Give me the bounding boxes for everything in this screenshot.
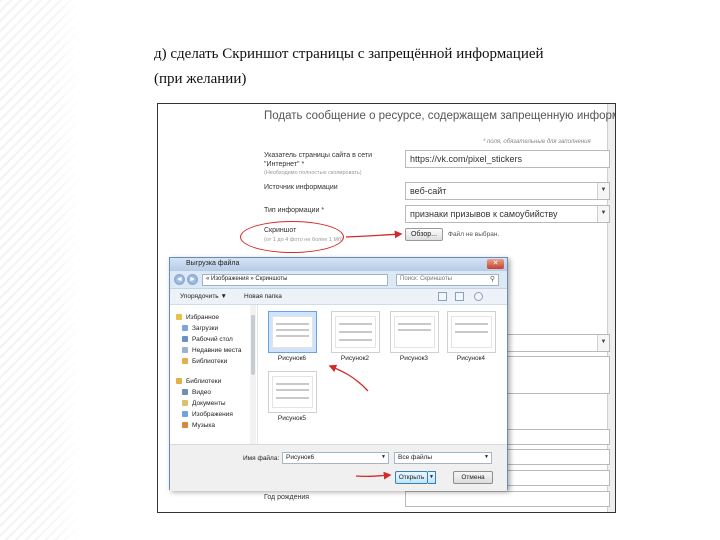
type-label: Тип информации * xyxy=(264,207,325,214)
file-thumbnail[interactable] xyxy=(268,371,317,413)
file-thumbnail[interactable] xyxy=(268,311,317,353)
nav-scrollbar[interactable] xyxy=(250,305,256,444)
documents-icon xyxy=(182,400,188,407)
preview-pane-icon[interactable] xyxy=(455,292,464,301)
file-label[interactable]: Рисунок4 xyxy=(441,355,501,362)
nav-scroll-thumb[interactable] xyxy=(251,315,255,375)
nav-item-library-folder[interactable]: Библиотеки xyxy=(182,357,227,366)
navigation-pane: Избранное Загрузки Рабочий стол Недавние… xyxy=(170,305,258,444)
file-thumbnail[interactable] xyxy=(331,311,380,353)
heading-line-1: д) сделать Скриншот страницы с запрещённ… xyxy=(154,46,544,62)
filename-input[interactable]: Рисунок6 ▼ xyxy=(282,452,389,464)
url-hint: (Необходимо полностью скопировать) xyxy=(264,170,362,176)
chevron-down-icon[interactable]: ▼ xyxy=(597,183,609,199)
back-arrow-icon[interactable]: ◄ xyxy=(174,274,185,285)
slide-heading: д) сделать Скриншот страницы с запрещённ… xyxy=(154,42,674,92)
arrow-to-browse xyxy=(345,230,403,239)
nav-item-documents[interactable]: Документы xyxy=(182,399,226,408)
highlight-ellipse xyxy=(240,221,344,253)
chevron-down-icon[interactable]: ▼ xyxy=(597,335,609,351)
dialog-titlebar: Выгрузка файла ✕ xyxy=(170,258,507,271)
source-label: Источник информации xyxy=(264,184,338,191)
cancel-button[interactable]: Отмена xyxy=(453,471,493,484)
file-thumbnail[interactable] xyxy=(447,311,496,353)
dialog-title: Выгрузка файла xyxy=(186,260,240,267)
address-row: ◄ ► « Изображения » Скриншоты Поиск: Скр… xyxy=(170,271,507,289)
footer-label: Год рождения xyxy=(264,494,310,501)
url-value: https://vk.com/pixel_stickers xyxy=(410,154,523,164)
desktop-icon xyxy=(182,336,188,343)
new-folder-button[interactable]: Новая папка xyxy=(244,293,282,300)
filename-value: Рисунок6 xyxy=(286,454,315,461)
file-thumbnail[interactable] xyxy=(390,311,439,353)
browse-button[interactable]: Обзор... xyxy=(405,228,443,241)
chevron-down-icon[interactable]: ▼ xyxy=(381,454,386,460)
decorative-hatch-fade xyxy=(0,0,80,540)
nav-item-desktop[interactable]: Рабочий стол xyxy=(182,335,233,344)
view-icon[interactable] xyxy=(438,292,447,301)
form-field-4[interactable] xyxy=(405,491,610,507)
nav-item-images[interactable]: Изображения xyxy=(182,410,233,419)
source-select[interactable]: веб-сайт ▼ xyxy=(405,182,610,200)
nav-item-downloads[interactable]: Загрузки xyxy=(182,324,218,333)
file-label[interactable]: Рисунок3 xyxy=(384,355,444,362)
file-list: Рисунок6 Рисунок2 Рисунок3 Рисунок4 Рису… xyxy=(260,305,509,444)
url-label: Указатель страницы сайта в сети "Интерне… xyxy=(264,152,373,168)
search-input[interactable]: Поиск: Скриншоты ⚲ xyxy=(396,274,499,286)
close-icon[interactable]: ✕ xyxy=(487,259,504,269)
forward-arrow-icon[interactable]: ► xyxy=(187,274,198,285)
open-button[interactable]: Открыть xyxy=(395,471,428,484)
type-value: признаки призывов к самоубийству xyxy=(410,209,558,219)
music-icon xyxy=(182,422,188,429)
search-placeholder: Поиск: Скриншоты xyxy=(400,276,452,282)
star-icon xyxy=(176,314,182,321)
file-upload-dialog: Выгрузка файла ✕ ◄ ► « Изображения » Скр… xyxy=(169,257,509,491)
filetype-select[interactable]: Все файлы ▼ xyxy=(394,452,492,464)
search-icon: ⚲ xyxy=(489,276,495,283)
nav-item-video[interactable]: Видео xyxy=(182,388,211,397)
help-icon[interactable] xyxy=(474,292,483,301)
no-file-text: Файл не выбран. xyxy=(448,231,500,238)
file-label[interactable]: Рисунок5 xyxy=(262,415,322,422)
download-icon xyxy=(182,325,188,332)
file-label[interactable]: Рисунок6 xyxy=(262,355,322,362)
filename-label: Имя файла: xyxy=(243,455,280,462)
images-icon xyxy=(182,411,188,418)
heading-line-2: (при желании) xyxy=(154,71,247,87)
recent-places-icon xyxy=(182,347,188,354)
chevron-down-icon[interactable]: ▼ xyxy=(597,206,609,222)
video-icon xyxy=(182,389,188,396)
nav-item-libraries[interactable]: Библиотеки xyxy=(176,377,221,386)
form-title: Подать сообщение о ресурсе, содержащем з… xyxy=(264,110,616,122)
open-dropdown-icon[interactable]: ▼ xyxy=(428,471,436,484)
organize-menu[interactable]: Упорядочить ▼ xyxy=(180,293,227,300)
nav-item-favorites[interactable]: Избранное xyxy=(176,313,219,322)
type-select[interactable]: признаки призывов к самоубийству ▼ xyxy=(405,205,610,223)
address-bar[interactable]: « Изображения » Скриншоты xyxy=(202,274,388,286)
chevron-down-icon[interactable]: ▼ xyxy=(484,454,489,460)
dialog-toolbar: Упорядочить ▼ Новая папка xyxy=(170,289,507,305)
nav-item-music[interactable]: Музыка xyxy=(182,421,215,430)
filetype-value: Все файлы xyxy=(398,454,433,461)
url-field[interactable]: https://vk.com/pixel_stickers xyxy=(405,150,610,168)
nav-item-recent[interactable]: Недавние места xyxy=(182,346,242,355)
library-icon xyxy=(176,378,182,385)
required-note: * поля, обязательные для заполнения xyxy=(483,139,591,145)
dialog-bottom-bar: Имя файла: Рисунок6 ▼ Все файлы ▼ Открыть … xyxy=(170,444,507,491)
library-icon xyxy=(182,358,188,365)
file-label[interactable]: Рисунок2 xyxy=(325,355,385,362)
screenshot-frame: Подать сообщение о ресурсе, содержащем з… xyxy=(157,103,616,513)
source-value: веб-сайт xyxy=(410,186,447,196)
